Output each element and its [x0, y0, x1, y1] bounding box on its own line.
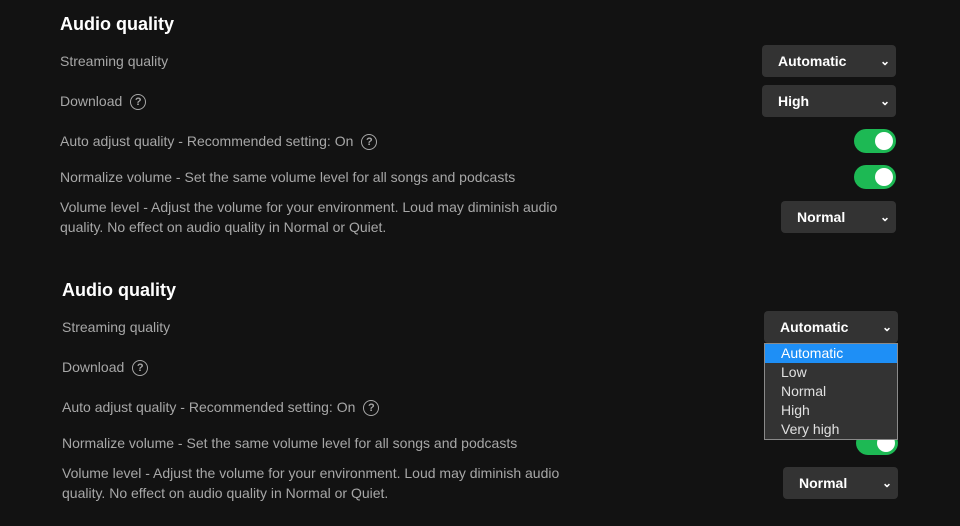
- chevron-down-icon: ⌄: [881, 476, 892, 490]
- toggle-knob: [875, 132, 893, 150]
- option-high[interactable]: High: [765, 401, 897, 420]
- auto-adjust-toggle[interactable]: [854, 129, 896, 153]
- volume-level-label: Volume level - Adjust the volume for you…: [60, 199, 558, 235]
- help-icon[interactable]: ?: [130, 94, 147, 111]
- streaming-quality-label: Streaming quality: [62, 319, 171, 335]
- help-icon[interactable]: ?: [363, 400, 380, 417]
- normalize-volume-label: Normalize volume - Set the same volume l…: [60, 169, 516, 185]
- option-automatic[interactable]: Automatic: [765, 344, 897, 363]
- help-icon[interactable]: ?: [132, 360, 149, 377]
- volume-level-label: Volume level - Adjust the volume for you…: [62, 465, 560, 501]
- normalize-volume-toggle[interactable]: [854, 165, 896, 189]
- auto-adjust-text: Auto adjust quality - Recommended settin…: [62, 399, 356, 415]
- select-value: Automatic: [778, 53, 847, 69]
- normalize-volume-label: Normalize volume - Set the same volume l…: [62, 435, 518, 451]
- download-label: Download?: [60, 93, 147, 111]
- download-label: Download?: [62, 359, 149, 377]
- option-normal[interactable]: Normal: [765, 382, 897, 401]
- volume-level-select[interactable]: Normal ⌄: [781, 201, 896, 233]
- section-title: Audio quality: [60, 14, 174, 34]
- download-text: Download: [62, 359, 125, 375]
- toggle-knob: [875, 168, 893, 186]
- select-value: Normal: [799, 475, 848, 491]
- select-value: High: [778, 93, 810, 109]
- volume-level-select[interactable]: Normal ⌄: [783, 467, 898, 499]
- chevron-down-icon: ⌄: [879, 94, 890, 108]
- option-very-high[interactable]: Very high: [765, 420, 897, 439]
- download-quality-select[interactable]: High ⌄: [762, 85, 896, 117]
- chevron-down-icon: ⌄: [879, 210, 890, 224]
- select-value: Automatic: [780, 319, 849, 335]
- option-low[interactable]: Low: [765, 363, 897, 382]
- help-icon[interactable]: ?: [361, 134, 378, 151]
- auto-adjust-label: Auto adjust quality - Recommended settin…: [60, 133, 378, 151]
- select-value: Normal: [797, 209, 846, 225]
- streaming-quality-label: Streaming quality: [60, 53, 169, 69]
- chevron-down-icon: ⌄: [881, 320, 892, 334]
- chevron-down-icon: ⌄: [879, 54, 890, 68]
- download-text: Download: [60, 93, 123, 109]
- section-title: Audio quality: [62, 280, 176, 300]
- streaming-quality-select[interactable]: Automatic ⌄: [764, 311, 898, 343]
- streaming-quality-dropdown: Automatic Low Normal High Very high: [764, 343, 898, 440]
- auto-adjust-text: Auto adjust quality - Recommended settin…: [60, 133, 354, 149]
- audio-quality-section-1: Audio quality Streaming quality Automati…: [0, 0, 960, 260]
- streaming-quality-select[interactable]: Automatic ⌄: [762, 45, 896, 77]
- auto-adjust-label: Auto adjust quality - Recommended settin…: [62, 399, 380, 417]
